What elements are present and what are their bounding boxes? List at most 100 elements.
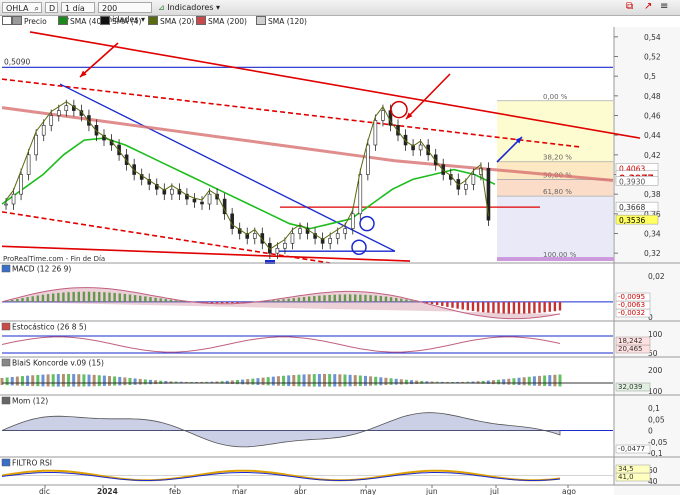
legend-item[interactable]: SMA (200) — [196, 16, 247, 27]
panel-value-label: 41,0 — [618, 473, 634, 481]
legend-label: SMA (120) — [268, 17, 307, 26]
legend-item[interactable]: SMA (120) — [256, 16, 307, 27]
panel-tick-label: 0 — [648, 427, 653, 436]
panel-value-label: 34,5 — [618, 465, 634, 473]
indicator-panel[interactable]: BlaiS Koncorde v.09 (15)20010032,039 — [0, 356, 680, 396]
signal-circle — [351, 239, 367, 256]
x-tick-label: abr — [294, 487, 307, 495]
macd-histogram-bar — [492, 301, 495, 314]
trend-up-icon[interactable]: ↗ — [644, 1, 658, 13]
koncorde-bar — [276, 376, 280, 386]
indicators-button[interactable]: ⊿ Indicadores ▾ — [155, 2, 233, 13]
candle — [471, 174, 476, 185]
stoch-k-line — [1, 336, 561, 353]
panel-value-label: 20,465 — [618, 345, 643, 353]
koncorde-bar — [15, 376, 19, 386]
macd-histogram-bar — [456, 301, 459, 309]
koncorde-bar — [343, 374, 347, 387]
units-select[interactable]: 200 unidades ▾ — [98, 2, 152, 24]
panel-swatch — [1, 322, 11, 331]
koncorde-bar — [261, 377, 265, 386]
annotation-arrow — [79, 42, 119, 78]
macd-histogram-bar — [236, 301, 239, 304]
koncorde-bar — [10, 377, 14, 386]
macd-histogram-bar — [538, 301, 541, 313]
macd-histogram-bar — [522, 301, 526, 314]
candle — [26, 154, 31, 175]
legend-item[interactable]: SMA (20) — [148, 16, 194, 27]
koncorde-bar — [20, 376, 24, 386]
indicator-panel[interactable]: Mom (12)0,10,050-0,05-0,1-0,0477 — [0, 394, 680, 458]
macd-histogram-bar — [226, 301, 229, 304]
legend-item[interactable]: SMA (4) — [100, 16, 141, 27]
indicator-panel[interactable]: Estocástico (26 8 5)1005020,46518,242 — [0, 320, 680, 358]
ticker-mode-button[interactable]: D — [45, 2, 58, 13]
koncorde-bar — [532, 376, 536, 386]
koncorde-bar — [404, 379, 408, 385]
panel-swatch — [1, 358, 11, 367]
koncorde-bar — [72, 374, 76, 387]
koncorde-bar — [353, 375, 357, 387]
toolbar: OHLA ⌕ D 1 día ▾ 200 unidades ▾ ⊿ Indica… — [0, 0, 680, 24]
koncorde-bar — [266, 377, 270, 386]
koncorde-bar — [26, 375, 30, 386]
fib-zone — [497, 196, 613, 260]
price-box-label: 0,3668 — [619, 203, 645, 212]
macd-histogram-bar — [231, 301, 234, 304]
koncorde-bar — [384, 377, 388, 386]
candle — [335, 233, 340, 239]
koncorde-bar — [399, 379, 403, 385]
koncorde-bar — [548, 375, 552, 387]
koncorde-bar — [292, 375, 296, 387]
fib-zone — [497, 100, 613, 162]
legend-item[interactable]: SMA (40) — [58, 16, 104, 27]
koncorde-bar — [379, 377, 383, 386]
menu-icon[interactable]: ≡ — [660, 1, 674, 13]
macd-histogram-bar — [517, 301, 521, 314]
search-icon[interactable]: ⌕ — [35, 3, 39, 14]
candle — [298, 228, 302, 234]
fib-bottom-band — [497, 257, 614, 262]
koncorde-bar — [5, 377, 9, 386]
koncorde-bar — [527, 376, 531, 386]
macd-histogram-bar — [471, 301, 475, 311]
candle — [192, 198, 197, 203]
macd-histogram-bar — [476, 301, 480, 312]
sma40-line — [1, 137, 496, 230]
candle — [366, 144, 370, 175]
y-tick-label: 0,42 — [644, 151, 661, 160]
candle — [64, 105, 69, 111]
macd-histogram-bar — [461, 301, 464, 310]
chart-logo-icon[interactable]: ⧉ — [626, 1, 640, 13]
candle — [49, 115, 54, 126]
indicator-panel[interactable]: MACD (12 26 9)0,020-0,0032-0,0063-0,0095 — [0, 262, 680, 322]
macd-histogram-bar — [528, 301, 531, 314]
panel-value-label: 18,242 — [618, 337, 643, 345]
x-tick-label: mar — [232, 487, 248, 495]
legend-item[interactable]: Precio — [12, 16, 47, 27]
koncorde-bar — [312, 374, 316, 387]
legend-label: SMA (200) — [208, 17, 247, 26]
legend-label: SMA (20) — [160, 17, 195, 26]
koncorde-bar — [558, 374, 562, 387]
legend-swatch — [12, 16, 22, 25]
ticker-input[interactable]: OHLA ⌕ — [2, 2, 42, 13]
indicator-panel[interactable]: FILTRO RSI604041,034,5 — [0, 456, 680, 486]
macd-histogram-bar — [466, 301, 470, 311]
koncorde-bar — [297, 374, 301, 387]
chart-area[interactable]: 0,540,520,50,480,460,440,420,40,380,360,… — [0, 27, 680, 495]
panel-title: Estocástico (26 8 5) — [12, 323, 87, 332]
candle — [34, 134, 38, 156]
macd-histogram-bar — [533, 301, 536, 314]
legend-swatch — [256, 16, 266, 25]
candle — [373, 120, 378, 146]
panel-title: FILTRO RSI — [12, 459, 52, 468]
macd-histogram-bar — [502, 301, 505, 314]
koncorde-bar — [0, 378, 4, 385]
panel-swatch — [1, 264, 11, 273]
fib-level-label: 0,00 % — [543, 93, 568, 101]
koncorde-bar — [543, 375, 547, 387]
period-select[interactable]: 1 día ▾ — [61, 2, 95, 24]
macd-histogram-bar — [507, 301, 511, 314]
koncorde-bar — [31, 375, 35, 387]
